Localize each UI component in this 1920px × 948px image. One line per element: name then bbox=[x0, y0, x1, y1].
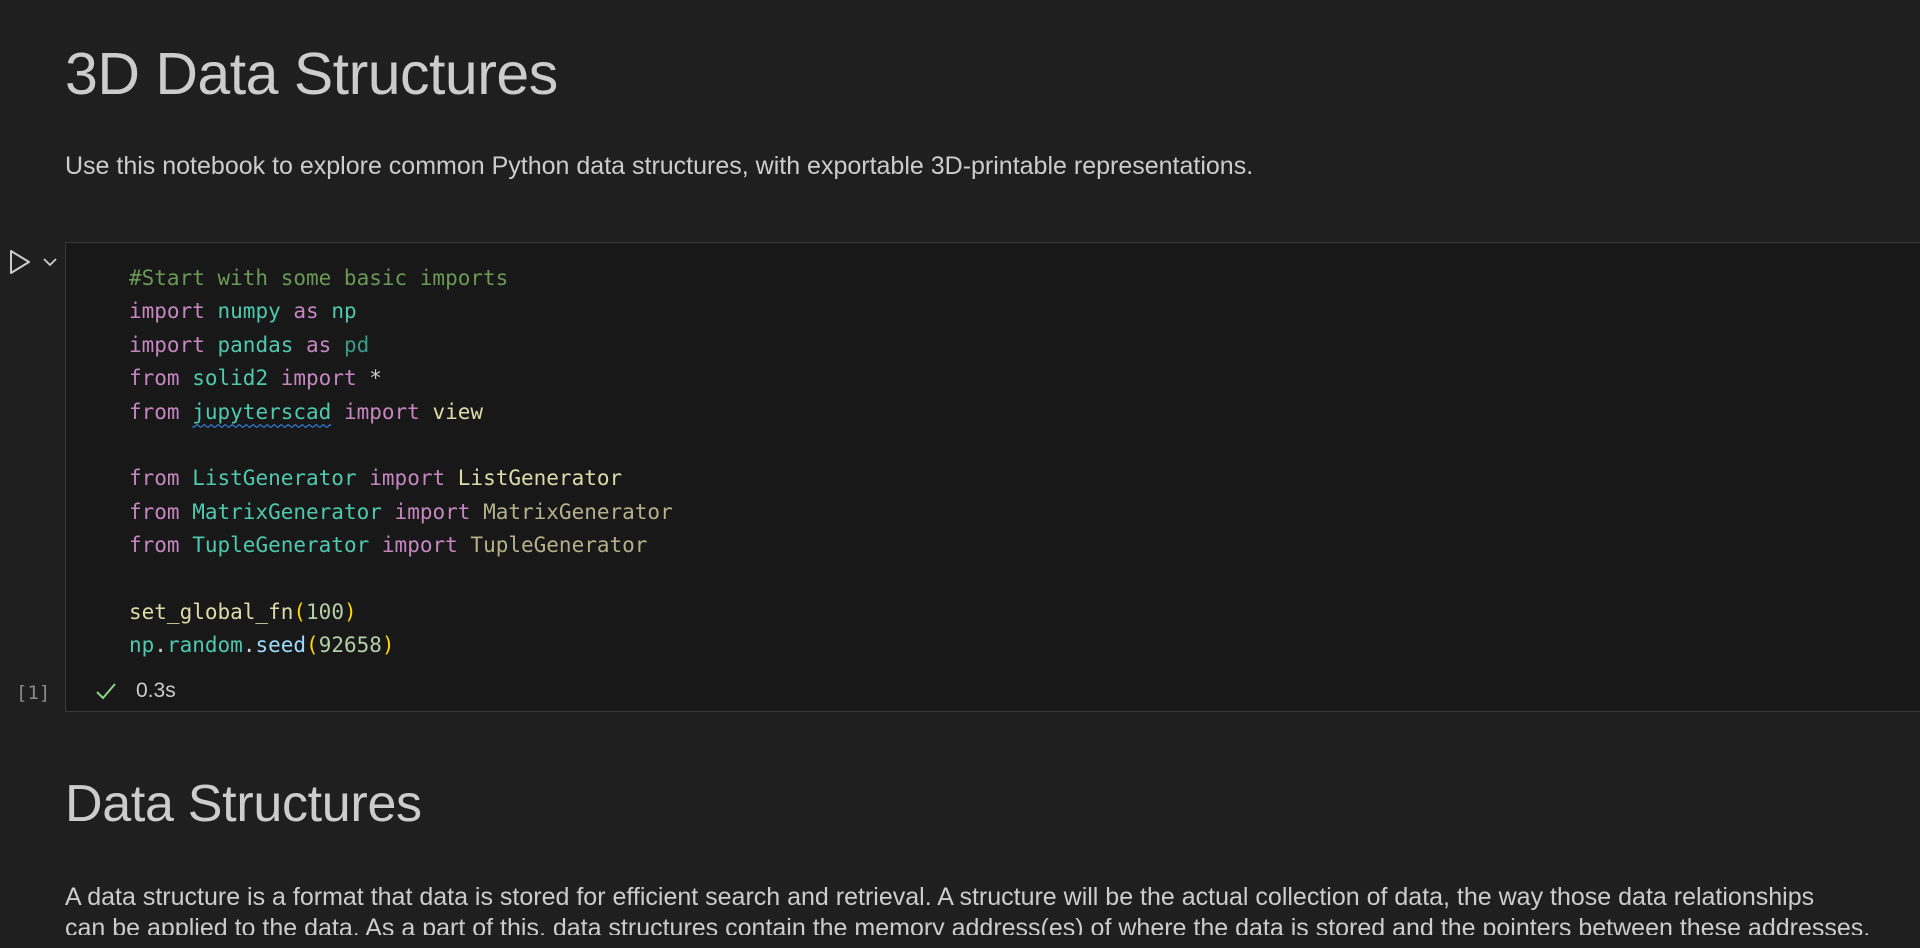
section-heading: Data Structures bbox=[65, 775, 422, 833]
code-keyword: as bbox=[306, 332, 332, 357]
code-keyword: as bbox=[293, 299, 319, 324]
chevron-down-icon bbox=[43, 258, 57, 267]
code-keyword: import bbox=[369, 466, 446, 491]
run-cell-button[interactable] bbox=[8, 248, 32, 276]
code-paren: ( bbox=[306, 633, 319, 658]
code-keyword: from bbox=[129, 399, 180, 424]
code-keyword: import bbox=[280, 366, 357, 391]
code-editor[interactable]: #Start with some basic imports import nu… bbox=[129, 262, 673, 663]
code-keyword: import bbox=[343, 399, 420, 424]
code-object: np bbox=[129, 633, 155, 658]
execution-count: [1] bbox=[16, 682, 51, 704]
code-alias: np bbox=[331, 299, 357, 324]
code-dot: . bbox=[242, 633, 256, 658]
code-paren: ( bbox=[293, 600, 307, 625]
code-module: solid2 bbox=[192, 366, 269, 391]
code-number: 92658 bbox=[318, 633, 382, 658]
code-module: numpy bbox=[217, 299, 281, 324]
notebook-title: 3D Data Structures bbox=[65, 41, 558, 107]
check-icon bbox=[96, 683, 116, 700]
paragraph-line: A data structure is a format that data i… bbox=[65, 883, 1815, 911]
code-name: ListGenerator bbox=[457, 466, 623, 491]
code-module: ListGenerator bbox=[192, 466, 357, 491]
code-cell[interactable]: #Start with some basic imports import nu… bbox=[65, 242, 1920, 712]
code-alias: pd bbox=[343, 332, 370, 357]
execution-duration: 0.3s bbox=[136, 679, 176, 702]
code-keyword: import bbox=[129, 332, 205, 357]
code-attribute: random bbox=[166, 633, 243, 658]
code-dot: . bbox=[154, 633, 167, 658]
code-module: MatrixGenerator bbox=[192, 499, 382, 524]
notebook-page: 3D Data Structures Use this notebook to … bbox=[0, 0, 1920, 948]
code-module: pandas bbox=[217, 332, 294, 357]
code-keyword: from bbox=[129, 466, 180, 491]
bottom-edge bbox=[0, 935, 1920, 948]
notebook-intro: Use this notebook to explore common Pyth… bbox=[65, 152, 1254, 180]
code-number: 100 bbox=[306, 600, 344, 625]
code-paren: ) bbox=[343, 600, 357, 625]
code-name: MatrixGenerator bbox=[483, 499, 673, 524]
code-keyword: from bbox=[129, 533, 180, 558]
code-function: set_global_fn bbox=[129, 600, 294, 625]
code-keyword: from bbox=[129, 499, 180, 524]
code-name: view bbox=[432, 399, 484, 424]
code-name: TupleGenerator bbox=[470, 533, 648, 558]
code-name: * bbox=[369, 366, 382, 391]
cell-status: 0.3s bbox=[94, 679, 176, 703]
play-icon bbox=[10, 250, 30, 274]
code-module: TupleGenerator bbox=[192, 533, 370, 558]
code-keyword: from bbox=[129, 366, 180, 391]
code-function: seed bbox=[255, 633, 307, 658]
run-options-button[interactable] bbox=[42, 252, 58, 272]
code-module-warning[interactable]: jupyterscad bbox=[192, 400, 331, 424]
code-keyword: import bbox=[381, 533, 458, 558]
code-comment: #Start with some basic imports bbox=[129, 266, 509, 290]
code-keyword: import bbox=[129, 299, 205, 324]
code-paren: ) bbox=[381, 633, 395, 658]
code-keyword: import bbox=[394, 499, 471, 524]
